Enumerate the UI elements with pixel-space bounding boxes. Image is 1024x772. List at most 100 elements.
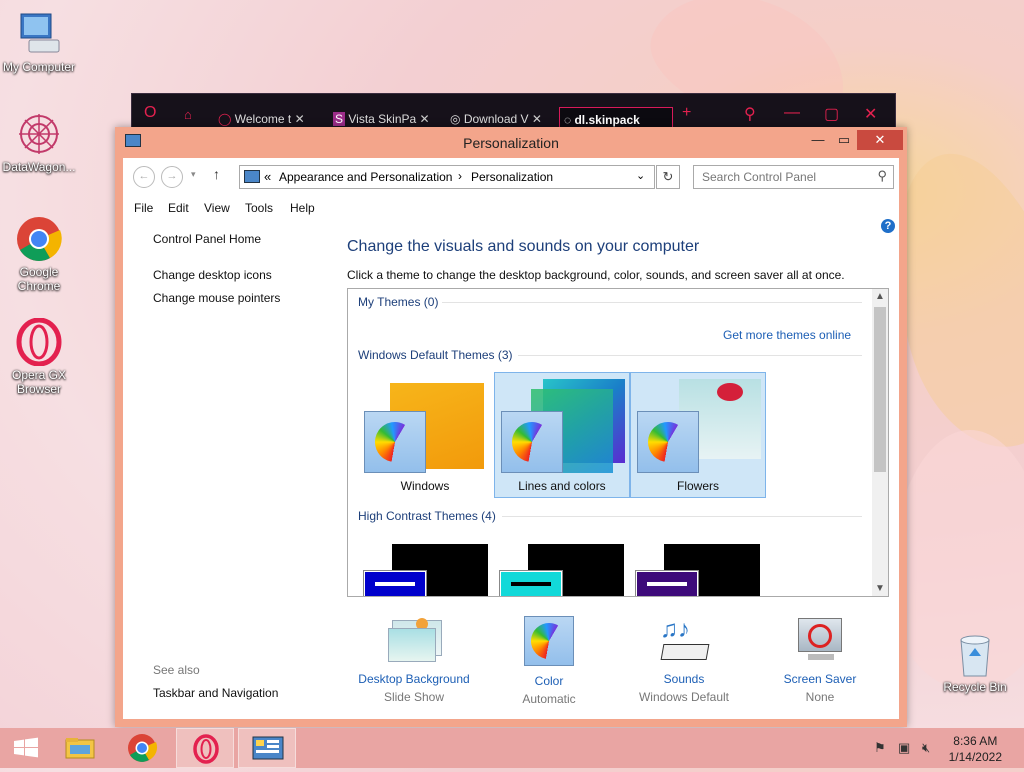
sounds-icon: ♫♪ (658, 616, 710, 664)
chevron-down-icon[interactable]: ⌄ (636, 169, 645, 182)
windows-logo-icon (14, 737, 38, 758)
scrollbar-thumb[interactable] (874, 307, 886, 472)
address-bar[interactable]: « Appearance and Personalization › Perso… (239, 165, 655, 189)
title-bar[interactable]: Personalization — ▭ ✕ (115, 127, 907, 157)
color-label[interactable]: Color (484, 674, 614, 688)
refresh-button[interactable]: ↻ (656, 165, 680, 189)
screen-saver-label[interactable]: Screen Saver (755, 672, 885, 686)
theme-high-contrast-2[interactable] (498, 544, 628, 596)
divider (442, 302, 862, 303)
theme-name: Flowers (676, 479, 719, 493)
theme-name: Windows (400, 479, 450, 493)
theme-lines-and-colors[interactable]: Lines and colors (494, 372, 630, 498)
window-title: Personalization (463, 135, 559, 151)
desktop-icon-label: My Computer (2, 60, 76, 74)
get-more-themes-link[interactable]: Get more themes online (723, 328, 851, 342)
clock-time: 8:36 AM (953, 734, 998, 748)
volume-muted-icon[interactable]: 🔇︎ (922, 740, 930, 756)
opera-icon (15, 317, 63, 367)
sounds-setting[interactable]: ♫♪ Sounds Windows Default (619, 616, 749, 704)
see-also-label: See also (153, 663, 200, 677)
search-icon: ⚲ (877, 168, 887, 183)
desktop-icon-label: Google Chrome (17, 265, 61, 293)
breadcrumb-personalization[interactable]: Personalization (471, 170, 553, 184)
theme-high-contrast-3[interactable] (634, 544, 764, 596)
help-icon[interactable]: ? (881, 219, 895, 233)
action-center-icon[interactable]: ⚑ (874, 740, 886, 756)
theme-flowers[interactable]: Flowers (630, 372, 766, 498)
desktop-background-value: Slide Show (383, 690, 445, 704)
network-icon[interactable]: ▣ (898, 740, 910, 756)
scrollbar[interactable]: ▲ ▼ (872, 289, 888, 596)
desktop-icon-label: Opera GX Browser (11, 368, 67, 396)
system-clock[interactable]: 8:36 AM 1/14/2022 (949, 733, 1002, 765)
maximize-icon[interactable]: ▢ (824, 104, 839, 124)
taskbar-control-panel[interactable] (238, 728, 296, 768)
minimize-button[interactable]: — (805, 130, 831, 150)
taskbar-chrome[interactable] (118, 728, 166, 768)
gamepad-icon[interactable]: ⌂ (184, 107, 192, 122)
close-button[interactable]: ✕ (857, 130, 903, 150)
desktop-icon-my-computer[interactable]: My Computer (0, 10, 79, 74)
minimize-icon[interactable]: — (784, 104, 800, 122)
menu-tools[interactable]: Tools (245, 201, 273, 215)
sounds-value: Windows Default (638, 690, 730, 704)
page-description: Click a theme to change the desktop back… (347, 268, 845, 282)
back-button[interactable]: ← (133, 166, 155, 188)
change-mouse-pointers-link[interactable]: Change mouse pointers (153, 291, 280, 305)
start-button[interactable] (2, 728, 50, 768)
breadcrumb-appearance[interactable]: Appearance and Personalization (279, 170, 452, 184)
desktop-icon-datawagon[interactable]: DataWagon... (0, 110, 79, 174)
divider (502, 516, 862, 517)
color-swatch-icon (364, 411, 426, 473)
search-input[interactable]: Search Control Panel ⚲ (693, 165, 894, 189)
new-tab-button[interactable]: + (682, 104, 691, 122)
color-icon (524, 616, 574, 666)
desktop-icon-google-chrome[interactable]: Google Chrome (0, 215, 79, 293)
flower-icon (717, 383, 743, 401)
scroll-up-icon[interactable]: ▲ (872, 291, 888, 302)
forward-button[interactable]: → (161, 166, 183, 188)
screen-saver-value: None (805, 690, 835, 704)
taskbar-opera[interactable] (176, 728, 234, 768)
desktop-background-label[interactable]: Desktop Background (349, 672, 479, 686)
taskbar: ⚑ ▣ 🔇︎ 8:36 AM 1/14/2022 (0, 728, 1024, 768)
theme-windows[interactable]: Windows (358, 373, 492, 497)
theme-high-contrast-1[interactable] (362, 544, 492, 596)
close-icon[interactable]: ✕ (864, 104, 877, 124)
desktop-icon-recycle-bin[interactable]: Recycle Bin (935, 630, 1015, 694)
screen-saver-setting[interactable]: Screen Saver None (755, 616, 885, 704)
navigation-bar: ← → ▾ ↑ « Appearance and Personalization… (123, 158, 899, 196)
sounds-label[interactable]: Sounds (619, 672, 749, 686)
recent-locations-icon[interactable]: ▾ (191, 169, 196, 180)
up-button[interactable]: ↑ (213, 166, 220, 182)
desktop-icon-opera-gx[interactable]: Opera GX Browser (0, 317, 79, 396)
contrast-swatch (363, 570, 427, 596)
folder-icon (65, 738, 95, 759)
high-contrast-label: High Contrast Themes (4) (358, 509, 496, 523)
address-overflow[interactable]: « (264, 169, 271, 184)
control-panel-home-link[interactable]: Control Panel Home (153, 232, 261, 246)
opera-menu-icon[interactable]: O (144, 104, 156, 122)
color-setting[interactable]: Color Automatic (484, 616, 614, 706)
change-desktop-icons-link[interactable]: Change desktop icons (153, 268, 272, 282)
opera-icon (193, 734, 219, 764)
taskbar-file-explorer[interactable] (56, 728, 104, 768)
personalization-window[interactable]: Personalization — ▭ ✕ ← → ▾ ↑ « Appearan… (115, 127, 907, 727)
maximize-button[interactable]: ▭ (831, 130, 857, 150)
theme-list[interactable]: My Themes (0) Get more themes online Win… (347, 288, 889, 597)
taskbar-navigation-link[interactable]: Taskbar and Navigation (153, 686, 278, 700)
clock-date: 1/14/2022 (948, 750, 1002, 764)
search-icon[interactable]: ⚲ (744, 104, 756, 124)
menu-help[interactable]: Help (290, 201, 315, 215)
scroll-down-icon[interactable]: ▼ (872, 583, 888, 594)
control-panel-icon (244, 170, 260, 183)
datawagon-icon (15, 110, 63, 158)
divider (518, 355, 862, 356)
menu-view[interactable]: View (204, 201, 230, 215)
breadcrumb-separator[interactable]: › (458, 169, 462, 183)
menu-edit[interactable]: Edit (168, 201, 189, 215)
desktop-icon-label: Recycle Bin (943, 680, 1007, 694)
desktop-background-setting[interactable]: Desktop Background Slide Show (349, 616, 479, 704)
menu-file[interactable]: File (134, 201, 153, 215)
